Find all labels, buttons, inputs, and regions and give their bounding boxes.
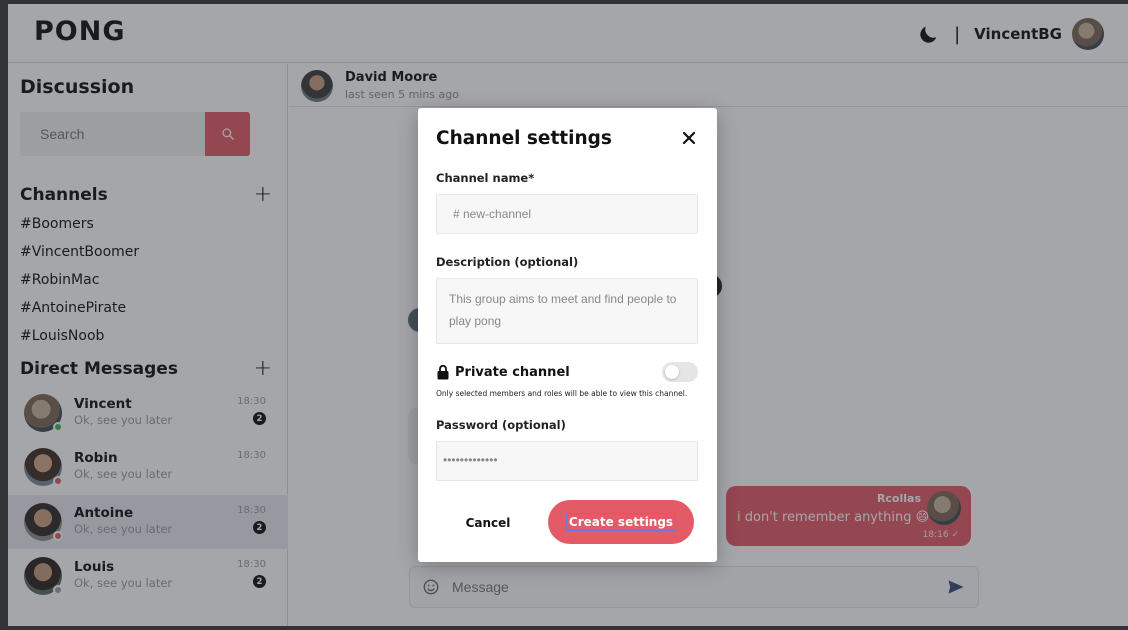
description-label: Description (optional) [436,255,579,269]
create-settings-label: Create settings [565,513,677,531]
private-channel-row: Private channel [436,362,698,382]
lock-icon [437,364,449,380]
toggle-knob [665,365,679,379]
private-channel-help: Only selected members and roles will be … [436,389,688,398]
close-icon[interactable] [681,130,697,146]
cancel-button[interactable]: Cancel [458,514,518,532]
description-input[interactable]: This group aims to meet and find people … [436,278,698,344]
create-settings-button[interactable]: Create settings [548,500,694,544]
channel-name-label: Channel name* [436,171,535,185]
channel-settings-modal: Channel settings Channel name* # new-cha… [418,108,717,562]
private-channel-label: Private channel [455,364,570,380]
modal-title: Channel settings [436,128,612,149]
private-channel-toggle[interactable] [662,362,698,382]
password-label: Password (optional) [436,418,566,432]
password-input[interactable]: ••••••••••••• [436,441,698,481]
channel-name-input[interactable]: # new-channel [436,194,698,234]
